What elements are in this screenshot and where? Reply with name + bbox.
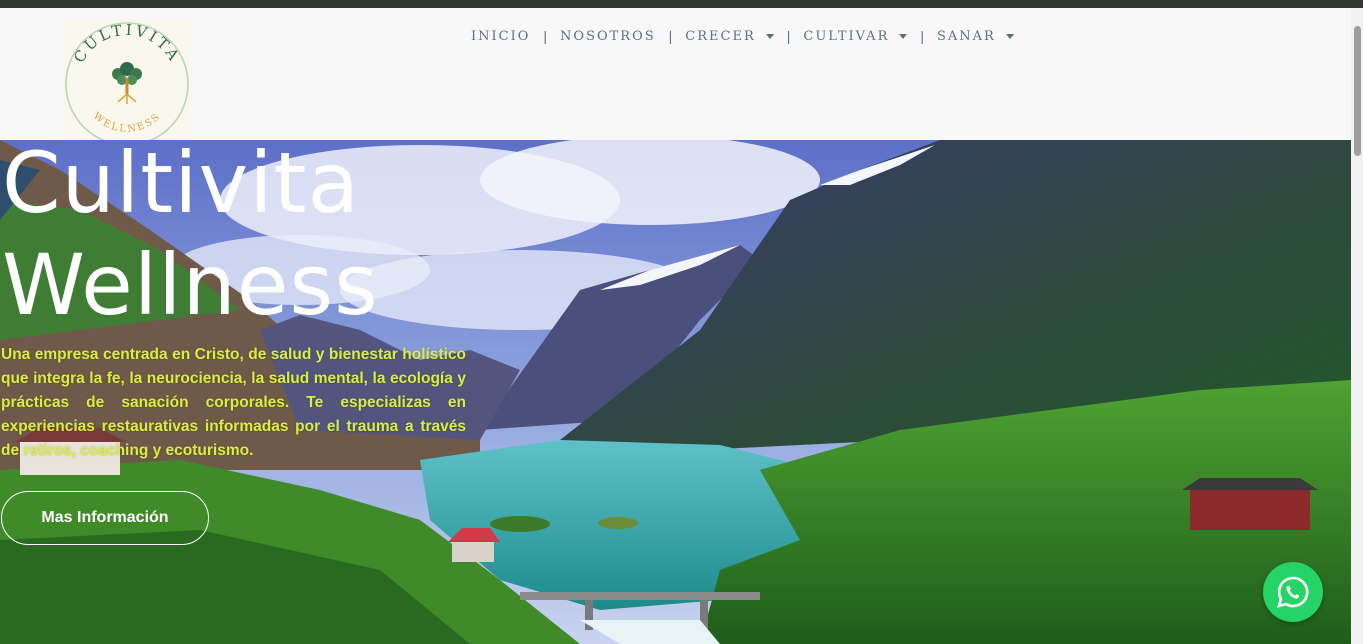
nav-item-label: CULTIVAR: [803, 28, 890, 44]
chevron-down-icon: [765, 33, 774, 39]
nav-item-crecer[interactable]: CRECER: [676, 29, 782, 44]
hero-title: Cultivita Wellness: [2, 140, 379, 336]
nav-item-label: NOSOTROS: [560, 28, 656, 44]
top-accent-bar: [0, 0, 1363, 8]
logo-text-top: CULTIVITA: [70, 21, 181, 66]
hero-section: Cultivita Wellness Una empresa centrada …: [0, 140, 1351, 644]
whatsapp-chat-button[interactable]: [1263, 562, 1323, 622]
nav-separator: |: [786, 28, 791, 44]
nav-item-sanar[interactable]: SANAR: [928, 29, 1023, 44]
logo-emblem: CULTIVITA WELLNESS: [65, 21, 189, 146]
svg-text:WELLNESS: WELLNESS: [91, 111, 163, 135]
brand-logo[interactable]: CULTIVITA WELLNESS: [62, 18, 192, 146]
scrollbar-thumb[interactable]: [1354, 26, 1361, 156]
hero-title-line-1: Cultivita: [2, 140, 360, 232]
nav-item-label: INICIO: [471, 28, 531, 44]
hero-title-line-2: Wellness: [2, 236, 379, 334]
page-scrollbar[interactable]: [1351, 8, 1363, 644]
nav-item-inicio[interactable]: INICIO: [462, 29, 539, 44]
svg-text:CULTIVITA: CULTIVITA: [70, 21, 184, 66]
nav-separator: |: [543, 28, 548, 44]
more-info-button[interactable]: Mas Información: [1, 491, 209, 545]
chevron-down-icon: [1005, 33, 1014, 39]
nav-item-label: SANAR: [937, 28, 996, 44]
whatsapp-icon: [1277, 576, 1309, 608]
nav-item-label: CRECER: [685, 28, 756, 44]
nav-item-nosotros[interactable]: NOSOTROS: [551, 29, 665, 44]
site-header: CULTIVITA WELLNESS INICIO | NOSOTROS | C…: [0, 8, 1351, 146]
nav-item-cultivar[interactable]: CULTIVAR: [794, 29, 916, 44]
nav-separator: |: [668, 28, 673, 44]
chevron-down-icon: [899, 33, 908, 39]
hero-description: Una empresa centrada en Cristo, de salud…: [1, 346, 466, 459]
tree-icon: [112, 62, 142, 104]
logo-text-bottom: WELLNESS: [91, 111, 161, 135]
main-navigation: INICIO | NOSOTROS | CRECER | CULTIVAR | …: [462, 26, 1023, 46]
nav-separator: |: [920, 28, 924, 44]
